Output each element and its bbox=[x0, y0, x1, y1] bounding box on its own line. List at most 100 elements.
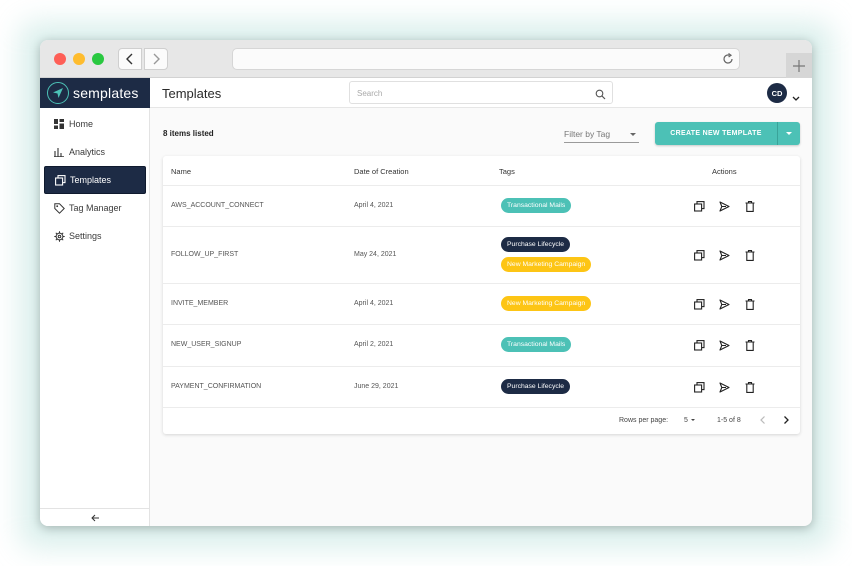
dropdown-caret-icon bbox=[786, 132, 792, 135]
reload-button[interactable] bbox=[721, 52, 735, 71]
row-actions bbox=[693, 249, 757, 263]
copy-icon bbox=[54, 174, 66, 186]
next-page-button[interactable] bbox=[782, 415, 790, 427]
browser-toolbar bbox=[40, 40, 812, 78]
sidebar-item-home[interactable]: Home bbox=[40, 110, 150, 138]
column-header-date: Date of Creation bbox=[354, 167, 409, 176]
sidebar-item-tag-manager[interactable]: Tag Manager bbox=[40, 194, 150, 222]
column-header-tags: Tags bbox=[499, 167, 515, 176]
tag-badge[interactable]: Purchase Lifecycle bbox=[501, 379, 571, 394]
items-count: 8 items listed bbox=[163, 129, 214, 138]
creation-date: April 2, 2021 bbox=[354, 341, 394, 348]
close-window-button[interactable] bbox=[54, 53, 66, 65]
paper-plane-logo-icon bbox=[47, 82, 69, 104]
create-new-template-button[interactable]: CREATE NEW TEMPLATE bbox=[655, 122, 777, 145]
search-icon[interactable] bbox=[595, 87, 606, 105]
duplicate-icon[interactable] bbox=[693, 381, 706, 394]
sidebar: semplates Home Analytics Templates Tag M… bbox=[40, 78, 150, 526]
tag-badge[interactable]: New Marketing Campaign bbox=[501, 296, 592, 311]
sidebar-item-settings[interactable]: Settings bbox=[40, 222, 150, 250]
template-name[interactable]: FOLLOW_UP_FIRST bbox=[171, 251, 238, 258]
minimize-window-button[interactable] bbox=[73, 53, 85, 65]
browser-back-button[interactable] bbox=[118, 48, 142, 70]
previous-page-button[interactable] bbox=[759, 415, 767, 427]
delete-icon[interactable] bbox=[743, 381, 756, 394]
table-header: Name Date of Creation Tags Actions bbox=[163, 156, 800, 186]
plus-icon bbox=[793, 59, 805, 72]
sidebar-item-label: Tag Manager bbox=[69, 203, 122, 213]
table-row[interactable]: FOLLOW_UP_FIRST May 24, 2021 Purchase Li… bbox=[163, 227, 800, 284]
duplicate-icon[interactable] bbox=[693, 249, 706, 262]
sidebar-nav: Home Analytics Templates Tag Manager Set… bbox=[40, 110, 150, 250]
rows-per-page-select[interactable]: 5 bbox=[684, 417, 695, 424]
logo[interactable]: semplates bbox=[40, 78, 150, 108]
tag-badge[interactable]: New Marketing Campaign bbox=[501, 257, 592, 272]
column-header-actions: Actions bbox=[712, 167, 737, 176]
tag-badge[interactable]: Transactional Mails bbox=[501, 337, 572, 352]
chevron-right-icon bbox=[153, 53, 160, 65]
delete-icon[interactable] bbox=[743, 339, 756, 352]
table-row[interactable]: PAYMENT_CONFIRMATION June 29, 2021 Purch… bbox=[163, 367, 800, 408]
template-name[interactable]: NEW_USER_SIGNUP bbox=[171, 341, 241, 348]
tag-badge[interactable]: Transactional Mails bbox=[501, 198, 572, 213]
tag-icon bbox=[53, 202, 65, 214]
row-actions bbox=[693, 381, 757, 395]
tag-badge[interactable]: Purchase Lifecycle bbox=[501, 237, 571, 252]
send-icon[interactable] bbox=[718, 298, 731, 311]
duplicate-icon[interactable] bbox=[693, 200, 706, 213]
dropdown-caret-icon bbox=[690, 419, 695, 421]
chevron-down-icon[interactable] bbox=[792, 89, 800, 107]
chevron-left-icon bbox=[760, 416, 765, 424]
create-options-dropdown-button[interactable] bbox=[777, 122, 800, 145]
table-row[interactable]: INVITE_MEMBER April 4, 2021 New Marketin… bbox=[163, 284, 800, 325]
arrow-left-icon bbox=[90, 514, 99, 521]
delete-icon[interactable] bbox=[743, 200, 756, 213]
row-actions bbox=[693, 339, 757, 353]
collapse-sidebar-button[interactable] bbox=[40, 508, 150, 526]
address-bar[interactable] bbox=[232, 48, 740, 70]
sidebar-item-label: Templates bbox=[70, 175, 112, 185]
chevron-right-icon bbox=[784, 416, 789, 424]
pagination: Rows per page: 5 1-5 of 8 bbox=[163, 408, 800, 434]
chevron-left-icon bbox=[126, 53, 133, 65]
brand-name: semplates bbox=[73, 85, 139, 101]
duplicate-icon[interactable] bbox=[693, 339, 706, 352]
template-name[interactable]: INVITE_MEMBER bbox=[171, 300, 228, 307]
duplicate-icon[interactable] bbox=[693, 298, 706, 311]
app-header: Templates CD bbox=[150, 78, 812, 108]
browser-forward-button[interactable] bbox=[144, 48, 168, 70]
gear-icon bbox=[53, 230, 65, 242]
templates-table: Name Date of Creation Tags Actions AWS_A… bbox=[163, 156, 800, 434]
sidebar-item-analytics[interactable]: Analytics bbox=[40, 138, 150, 166]
sidebar-item-templates[interactable]: Templates bbox=[44, 166, 146, 194]
template-name[interactable]: AWS_ACCOUNT_CONNECT bbox=[171, 202, 264, 209]
search-box bbox=[349, 81, 613, 104]
sidebar-item-label: Home bbox=[69, 119, 94, 129]
send-icon[interactable] bbox=[718, 339, 731, 352]
new-tab-button[interactable] bbox=[786, 53, 812, 78]
template-name[interactable]: PAYMENT_CONFIRMATION bbox=[171, 383, 261, 390]
maximize-window-button[interactable] bbox=[92, 53, 104, 65]
table-row[interactable]: NEW_USER_SIGNUP April 2, 2021 Transactio… bbox=[163, 325, 800, 367]
send-icon[interactable] bbox=[718, 200, 731, 213]
sidebar-item-label: Settings bbox=[69, 231, 102, 241]
filter-by-tag-select[interactable]: Filter by Tag bbox=[564, 126, 639, 143]
send-icon[interactable] bbox=[718, 381, 731, 394]
creation-date: April 4, 2021 bbox=[354, 202, 394, 209]
delete-icon[interactable] bbox=[743, 298, 756, 311]
browser-window: semplates Home Analytics Templates Tag M… bbox=[40, 40, 812, 526]
page-range: 1-5 of 8 bbox=[717, 417, 741, 424]
table-row[interactable]: AWS_ACCOUNT_CONNECT April 4, 2021 Transa… bbox=[163, 186, 800, 227]
search-input[interactable] bbox=[357, 86, 587, 100]
rows-per-page-value: 5 bbox=[684, 417, 688, 424]
send-icon[interactable] bbox=[718, 249, 731, 262]
delete-icon[interactable] bbox=[743, 249, 756, 262]
dropdown-caret-icon bbox=[630, 133, 636, 136]
bar-chart-icon bbox=[53, 146, 65, 158]
row-actions bbox=[693, 298, 757, 312]
column-header-name: Name bbox=[171, 167, 192, 176]
rows-per-page-label: Rows per page: bbox=[619, 417, 669, 424]
filter-label: Filter by Tag bbox=[564, 129, 611, 139]
reload-icon bbox=[723, 53, 733, 64]
avatar[interactable]: CD bbox=[767, 83, 787, 103]
